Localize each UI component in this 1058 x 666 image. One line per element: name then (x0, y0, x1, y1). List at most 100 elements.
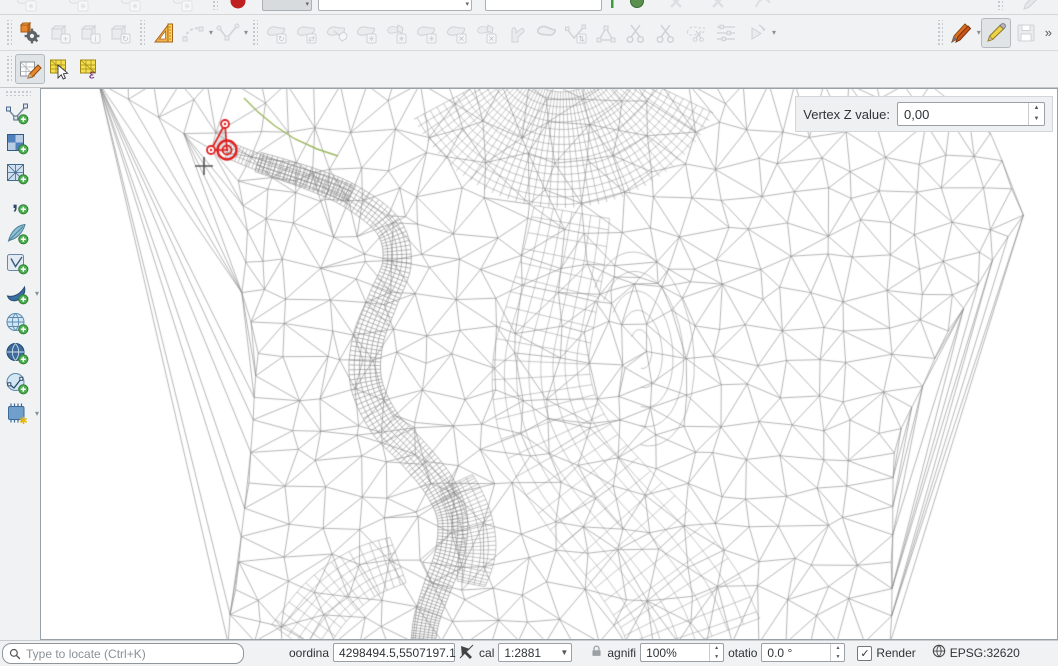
record-red-icon[interactable] (229, 0, 247, 13)
toggle-editing-icon[interactable] (981, 18, 1011, 48)
mini-combobox[interactable]: ▾ (262, 0, 312, 11)
render-label: Render (876, 646, 915, 660)
strip-handle[interactable] (996, 0, 1003, 10)
wide-combobox[interactable]: ▾ (318, 0, 472, 11)
node-box-tool-icon[interactable] (591, 18, 621, 48)
coordinate-input[interactable]: 4298494.5,5507197.1 (333, 643, 455, 662)
add-spatialite-layer-icon[interactable] (2, 218, 32, 248)
processing-gear-icon[interactable] (15, 18, 45, 48)
chevron-down-icon[interactable]: ▾ (35, 289, 39, 298)
chevron-down-icon[interactable]: ▼ (557, 648, 571, 657)
mesh-refine-icon[interactable]: ✳ (351, 18, 381, 48)
map-canvas[interactable] (41, 89, 1057, 639)
curve-digitize-icon[interactable] (213, 18, 243, 48)
mesh-force-icon[interactable]: ↻ (261, 18, 291, 48)
x-icon[interactable] (669, 0, 683, 12)
chevron-down-icon[interactable]: ▾ (244, 28, 248, 37)
edit-mesh-expression-icon[interactable]: ε (75, 54, 105, 84)
cut-mesh-parts-icon[interactable] (651, 18, 681, 48)
toolbar-drag-handle[interactable] (5, 56, 12, 82)
toolbar-drag-handle[interactable] (5, 20, 12, 46)
snowflake-badge-icon[interactable]: ✳ (14, 0, 38, 15)
toolbar-drag-handle[interactable] (936, 20, 943, 46)
spin-down-icon[interactable]: ▼ (1029, 114, 1044, 125)
svg-text:✕: ✕ (488, 34, 495, 43)
topology-icon[interactable] (629, 0, 645, 12)
cube-identify-icon[interactable]: i (75, 18, 105, 48)
mesh-delete-part-icon[interactable]: ✕ (471, 18, 501, 48)
digitize-mesh-icon[interactable] (15, 54, 45, 84)
svg-text:ε: ε (89, 67, 95, 82)
toolbar-drag-handle[interactable] (251, 20, 258, 46)
cube-reload-icon[interactable]: ↻ (105, 18, 135, 48)
vertex-z-spinbox[interactable]: 0,00 ▲ ▼ (897, 102, 1045, 126)
add-db-layer-icon[interactable]: ▾ (2, 278, 32, 308)
toggle-multi-edit-icon[interactable] (946, 18, 976, 48)
scale-value[interactable]: 1:2881 (504, 646, 557, 660)
extents-icon[interactable] (459, 644, 475, 663)
vertex-z-value[interactable]: 0,00 (898, 107, 1028, 122)
x-icon[interactable] (711, 0, 725, 12)
circular-string-icon[interactable] (178, 18, 208, 48)
add-virtual-layer-icon[interactable] (2, 248, 32, 278)
add-wcs-layer-icon[interactable] (2, 338, 32, 368)
snowflake-badge-icon[interactable]: ✳ (66, 0, 90, 15)
mesh-delete-icon[interactable]: ✕ (441, 18, 471, 48)
main-toolbar: +i↻▾▾↻⇄✳✳✳✕✕⇅▾▾» (0, 15, 1058, 51)
crs-value[interactable]: EPSG:32620 (950, 646, 1020, 660)
mesh-solid-icon[interactable] (531, 18, 561, 48)
scale-combobox[interactable]: 1:2881▼ (498, 643, 572, 662)
save-edits-icon[interactable] (1011, 18, 1041, 48)
snowflake-badge-icon[interactable]: ✳ (118, 0, 142, 15)
render-checkbox[interactable]: ✓ (857, 646, 872, 661)
rotation-spinbox[interactable]: 0.0 °▲▼ (761, 643, 845, 662)
strip-handle[interactable] (211, 0, 218, 10)
mesh-refine-part-icon[interactable]: ✳ (381, 18, 411, 48)
add-vector-layer-icon[interactable] (2, 98, 32, 128)
mesh-refine-sel-icon[interactable]: ✳ (411, 18, 441, 48)
add-raster-layer-icon[interactable] (2, 128, 32, 158)
add-mesh-layer-icon[interactable] (2, 158, 32, 188)
rotation-value[interactable]: 0.0 ° (767, 646, 830, 660)
coordinate-label: oordina (289, 646, 329, 660)
chevron-down-icon[interactable]: ▾ (772, 28, 776, 37)
add-wfs-layer-icon[interactable] (2, 368, 32, 398)
svg-text:✳: ✳ (28, 2, 35, 11)
spinners[interactable]: ▲▼ (709, 644, 723, 661)
add-arcgis-layer-icon[interactable]: ✱▾ (2, 398, 32, 428)
add-wms-layer-icon[interactable] (2, 308, 32, 338)
curve-icon[interactable] (755, 0, 771, 12)
select-mesh-elements-icon[interactable] (45, 54, 75, 84)
vertex-z-spinners[interactable]: ▲ ▼ (1028, 103, 1044, 125)
toolbar-drag-handle[interactable] (5, 90, 31, 96)
streams-icon[interactable] (711, 18, 741, 48)
spinners[interactable]: ▲▼ (830, 644, 844, 661)
mesh-grab-icon[interactable] (501, 18, 531, 48)
spin-up-icon[interactable]: ▲ (1029, 103, 1044, 114)
mesh-flip-icon[interactable]: ⇄ (291, 18, 321, 48)
rotate-feature-icon[interactable] (741, 18, 771, 48)
cube-add-icon[interactable]: + (45, 18, 75, 48)
svg-text:↻: ↻ (278, 34, 285, 43)
snowflake-badge-icon[interactable]: ✳ (170, 0, 194, 15)
advanced-digitizing-icon[interactable] (148, 18, 178, 48)
manage-layers-toolbar: ,▾✱▾ (0, 88, 40, 642)
toolbar-overflow-button[interactable]: » (1045, 25, 1052, 40)
magnifier-value[interactable]: 100% (646, 646, 709, 660)
tolerance-field[interactable] (485, 0, 602, 11)
toolbar-drag-handle[interactable] (138, 20, 145, 46)
chevron-down-icon[interactable]: ▾ (35, 409, 39, 418)
green-tick-icon[interactable] (609, 0, 615, 12)
pencil-faded-icon[interactable] (1020, 0, 1044, 15)
vertex-swap-icon[interactable]: ⇅ (561, 18, 591, 48)
cut-mesh-icon[interactable] (621, 18, 651, 48)
mesh-split-hex-icon[interactable] (321, 18, 351, 48)
locator-search[interactable]: Type to locate (Ctrl+K) (2, 643, 244, 664)
magnifier-label: agnifi (607, 646, 636, 660)
magnifier-spinbox[interactable]: 100%▲▼ (640, 643, 724, 662)
coordinate-value[interactable]: 4298494.5,5507197.1 (339, 646, 456, 660)
lasso-cut-icon[interactable] (681, 18, 711, 48)
add-delimited-text-layer-icon[interactable]: , (2, 188, 32, 218)
lock-scale-icon[interactable] (590, 644, 603, 661)
svg-text:i: i (95, 34, 97, 43)
